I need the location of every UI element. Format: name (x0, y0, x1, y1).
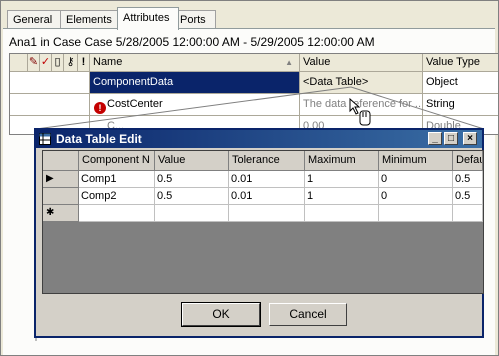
tab-attributes[interactable]: Attributes (117, 7, 179, 30)
data-table-edit-dialog: Data Table Edit _ □ × Component N Value … (34, 128, 484, 338)
table-cell[interactable] (305, 205, 379, 222)
cancel-button[interactable]: Cancel (269, 303, 347, 326)
table-cell[interactable]: 0.5 (155, 188, 229, 205)
column-header-maximum[interactable]: Maximum (305, 151, 379, 171)
column-header-value[interactable]: Value (155, 151, 229, 171)
table-cell[interactable]: 0 (379, 188, 453, 205)
column-header-tolerance[interactable]: Tolerance (229, 151, 305, 171)
minimize-icon[interactable]: _ (428, 132, 442, 145)
table-cell[interactable]: 1 (305, 171, 379, 188)
table-cell[interactable]: 0.5 (155, 171, 229, 188)
table-cell[interactable]: Comp1 (79, 171, 155, 188)
new-row-icon[interactable]: ✱ (43, 205, 79, 222)
table-cell[interactable] (379, 205, 453, 222)
column-header-component[interactable]: Component N (79, 151, 155, 171)
table-cell[interactable] (453, 205, 483, 222)
dialog-titlebar[interactable]: Data Table Edit _ □ × (36, 130, 482, 148)
table-icon (39, 133, 51, 145)
maximize-icon[interactable]: □ (444, 132, 458, 145)
table-cell[interactable]: 0.01 (229, 171, 305, 188)
table-cell[interactable]: Comp2 (79, 188, 155, 205)
table-cell[interactable]: 0 (379, 171, 453, 188)
hand-cursor-icon (349, 97, 371, 126)
current-row-icon[interactable]: ▶ (43, 171, 79, 188)
row-header-corner (43, 151, 79, 171)
dialog-title: Data Table Edit (56, 132, 142, 146)
table-cell[interactable]: 0.5 (453, 188, 483, 205)
ok-button[interactable]: OK (181, 302, 261, 327)
table-cell[interactable] (155, 205, 229, 222)
attributes-window: General Elements Attributes Ports Ana1 i… (0, 0, 499, 356)
table-cell[interactable] (229, 205, 305, 222)
table-cell[interactable]: 0.5 (453, 171, 483, 188)
close-icon[interactable]: × (463, 132, 477, 145)
row-header[interactable] (43, 188, 79, 205)
table-cell[interactable]: 1 (305, 188, 379, 205)
column-header-minimum[interactable]: Minimum (379, 151, 453, 171)
column-header-default[interactable]: Defau (453, 151, 483, 171)
table-cell[interactable]: 0.01 (229, 188, 305, 205)
table-cell[interactable] (79, 205, 155, 222)
data-table-grid: Component N Value Tolerance Maximum Mini… (42, 150, 484, 294)
